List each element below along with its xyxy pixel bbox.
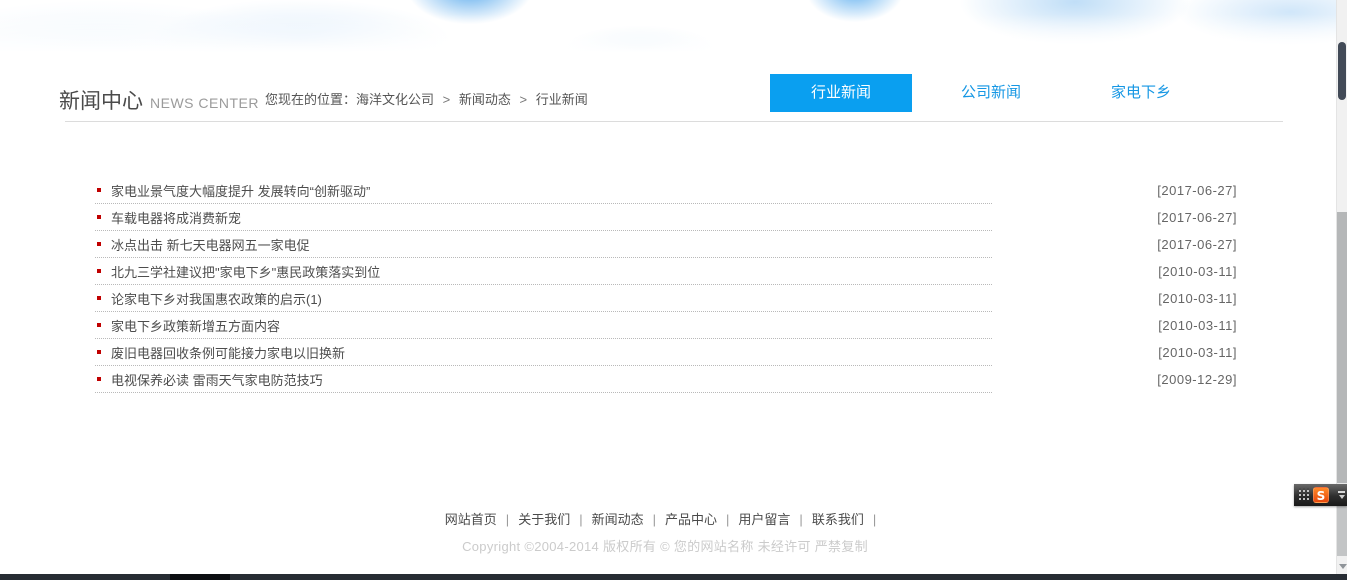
ime-bar-controls [1338, 491, 1345, 499]
news-row: 家电业景气度大幅度提升 发展转向“创新驱动” [2017-06-27] [95, 177, 1237, 204]
sogou-logo-icon[interactable]: S [1313, 487, 1329, 503]
breadcrumb-link-company[interactable]: 海洋文化公司 [356, 92, 434, 107]
tab-industry-news[interactable]: 行业新闻 [770, 74, 912, 112]
news-row: 废旧电器回收条例可能接力家电以旧换新 [2010-03-11] [95, 339, 1237, 366]
footer-link-home[interactable]: 网站首页 [445, 512, 497, 527]
news-link[interactable]: 冰点出击 新七天电器网五一家电促 [111, 235, 310, 254]
news-date: [2010-03-11] [1158, 285, 1237, 312]
footer-separator: | [726, 512, 729, 527]
bullet-icon [97, 377, 101, 381]
news-link[interactable]: 论家电下乡对我国惠农政策的启示(1) [111, 289, 322, 308]
footer-link-guestbook[interactable]: 用户留言 [738, 512, 790, 527]
news-date: [2017-06-27] [1157, 231, 1237, 258]
page-subtitle: NEWS CENTER [150, 95, 259, 111]
sogou-ime-bar[interactable]: S [1294, 484, 1347, 506]
breadcrumb: 您现在的位置：海洋文化公司 > 新闻动态 > 行业新闻 [265, 89, 588, 108]
bullet-icon [97, 323, 101, 327]
news-row: 车载电器将成消费新宠 [2017-06-27] [95, 204, 1237, 231]
bullet-icon [97, 296, 101, 300]
news-date: [2010-03-11] [1158, 312, 1237, 339]
breadcrumb-current: 行业新闻 [536, 92, 588, 107]
copyright-text: Copyright ©2004-2014 版权所有 © 您的网站名称 未经许可 … [0, 536, 1330, 555]
news-row: 家电下乡政策新增五方面内容 [2010-03-11] [95, 312, 1237, 339]
news-date: [2017-06-27] [1157, 204, 1237, 231]
news-row: 电视保养必读 雷雨天气家电防范技巧 [2009-12-29] [95, 366, 1237, 393]
footer-separator: | [579, 512, 582, 527]
page-title: 新闻中心 [59, 90, 143, 113]
breadcrumb-link-news[interactable]: 新闻动态 [459, 92, 511, 107]
footer-link-products[interactable]: 产品中心 [665, 512, 717, 527]
news-link[interactable]: 电视保养必读 雷雨天气家电防范技巧 [111, 370, 323, 389]
section-title-block: 新闻中心 NEWS CENTER [59, 85, 259, 115]
bullet-icon [97, 350, 101, 354]
footer-link-news[interactable]: 新闻动态 [592, 512, 644, 527]
scrollbar-thumb[interactable] [1338, 42, 1346, 100]
news-row: 冰点出击 新七天电器网五一家电促 [2017-06-27] [95, 231, 1237, 258]
bullet-icon [97, 215, 101, 219]
chevron-down-icon[interactable] [1339, 495, 1345, 499]
bullet-icon [97, 188, 101, 192]
news-link[interactable]: 废旧电器回收条例可能接力家电以旧换新 [111, 343, 345, 362]
breadcrumb-separator: > [443, 92, 451, 107]
news-link[interactable]: 家电下乡政策新增五方面内容 [111, 316, 280, 335]
footer-link-about[interactable]: 关于我们 [518, 512, 570, 527]
bullet-icon [97, 242, 101, 246]
news-row: 论家电下乡对我国惠农政策的启示(1) [2010-03-11] [95, 285, 1237, 312]
footer-link-contact[interactable]: 联系我们 [812, 512, 864, 527]
footer-separator: | [873, 512, 876, 527]
news-list: 家电业景气度大幅度提升 发展转向“创新驱动” [2017-06-27] 车载电器… [95, 177, 1237, 393]
bullet-icon [97, 269, 101, 273]
footer-separator: | [653, 512, 656, 527]
minimize-icon[interactable] [1338, 491, 1345, 493]
news-date: [2010-03-11] [1158, 339, 1237, 366]
sky-banner-image [0, 0, 1336, 57]
footer-nav: 网站首页 | 关于我们 | 新闻动态 | 产品中心 | 用户留言 | 联系我们 | [0, 509, 1330, 528]
news-center-header: 新闻中心NEWS CENTER 您现在的位置：海洋文化公司 > 新闻动态 > 行… [65, 74, 1283, 122]
breadcrumb-separator: > [520, 92, 528, 107]
breadcrumb-prefix: 您现在的位置： [265, 92, 356, 107]
scrollbar-track-region [1337, 506, 1347, 556]
footer-separator: | [799, 512, 802, 527]
tab-appliances-to-countryside[interactable]: 家电下乡 [1070, 74, 1212, 112]
drag-handle-icon[interactable] [1297, 488, 1309, 502]
news-date: [2017-06-27] [1157, 177, 1237, 204]
news-link[interactable]: 家电业景气度大幅度提升 发展转向“创新驱动” [111, 181, 370, 200]
taskbar-edge-segment [170, 574, 230, 580]
news-date: [2009-12-29] [1157, 366, 1237, 393]
scrollbar-track-region [1337, 212, 1347, 483]
footer-separator: | [506, 512, 509, 527]
news-row: 北九三学社建议把"家电下乡"惠民政策落实到位 [2010-03-11] [95, 258, 1237, 285]
news-link[interactable]: 车载电器将成消费新宠 [111, 208, 241, 227]
news-tabs: 行业新闻 公司新闻 家电下乡 [770, 74, 1212, 112]
page: 新闻中心 NEWS CENTER 您现在的位置：海洋文化公司 > 新闻动态 > 行… [0, 0, 1347, 580]
scroll-down-arrow-icon[interactable] [1337, 562, 1347, 572]
news-date: [2010-03-11] [1158, 258, 1237, 285]
tab-company-news[interactable]: 公司新闻 [920, 74, 1062, 112]
taskbar-edge [0, 574, 1347, 580]
news-link[interactable]: 北九三学社建议把"家电下乡"惠民政策落实到位 [111, 262, 380, 281]
